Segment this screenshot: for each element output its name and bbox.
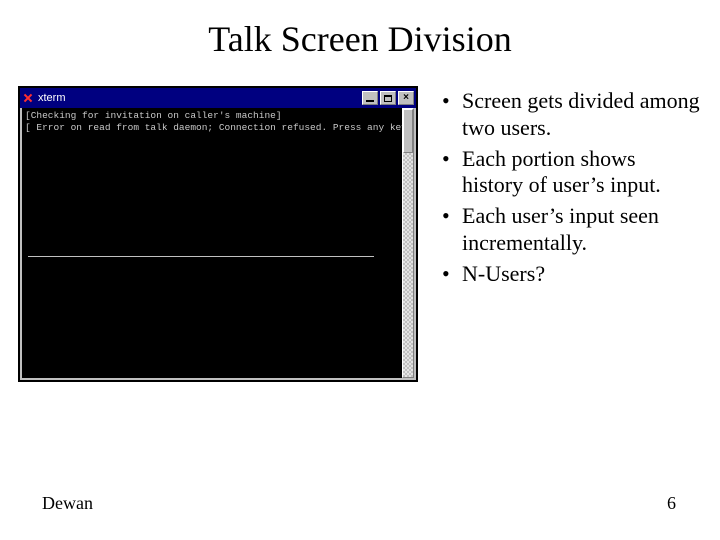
- page-number: 6: [667, 493, 676, 514]
- xterm-window: xterm × [Checking for invitation on call…: [18, 86, 418, 382]
- terminal-line-2: [ Error on read from talk daemon; Connec…: [25, 122, 402, 133]
- scrollbar[interactable]: [402, 108, 414, 378]
- maximize-button[interactable]: [380, 91, 396, 105]
- slide: Talk Screen Division xterm × [Checking f…: [0, 0, 720, 540]
- window-controls: ×: [362, 91, 414, 105]
- minimize-button[interactable]: [362, 91, 378, 105]
- slide-title: Talk Screen Division: [0, 18, 720, 60]
- bullet-text: Each user’s input seen incrementally.: [462, 203, 659, 255]
- window-title: xterm: [38, 92, 66, 104]
- split-divider: [28, 256, 374, 257]
- maximize-icon: [384, 95, 392, 102]
- scrollbar-thumb[interactable]: [403, 109, 413, 153]
- minimize-icon: [366, 100, 374, 102]
- bullet-text: N-Users?: [462, 261, 545, 286]
- close-button[interactable]: ×: [398, 91, 414, 105]
- bullet-item: Screen gets divided among two users.: [440, 88, 702, 142]
- bullet-item: Each user’s input seen incrementally.: [440, 203, 702, 257]
- bullet-list: Screen gets divided among two users. Eac…: [440, 88, 702, 292]
- x-system-icon: [22, 92, 34, 104]
- close-icon: ×: [403, 93, 409, 103]
- titlebar: xterm ×: [20, 88, 416, 108]
- bullet-text: Screen gets divided among two users.: [462, 88, 700, 140]
- terminal-line-1: [Checking for invitation on caller's mac…: [25, 110, 282, 121]
- terminal-content: [Checking for invitation on caller's mac…: [22, 108, 402, 378]
- bullet-item: N-Users?: [440, 261, 702, 288]
- footer-author: Dewan: [42, 493, 93, 514]
- bullet-text: Each portion shows history of user’s inp…: [462, 146, 661, 198]
- titlebar-left: xterm: [22, 92, 66, 104]
- bullet-item: Each portion shows history of user’s inp…: [440, 146, 702, 200]
